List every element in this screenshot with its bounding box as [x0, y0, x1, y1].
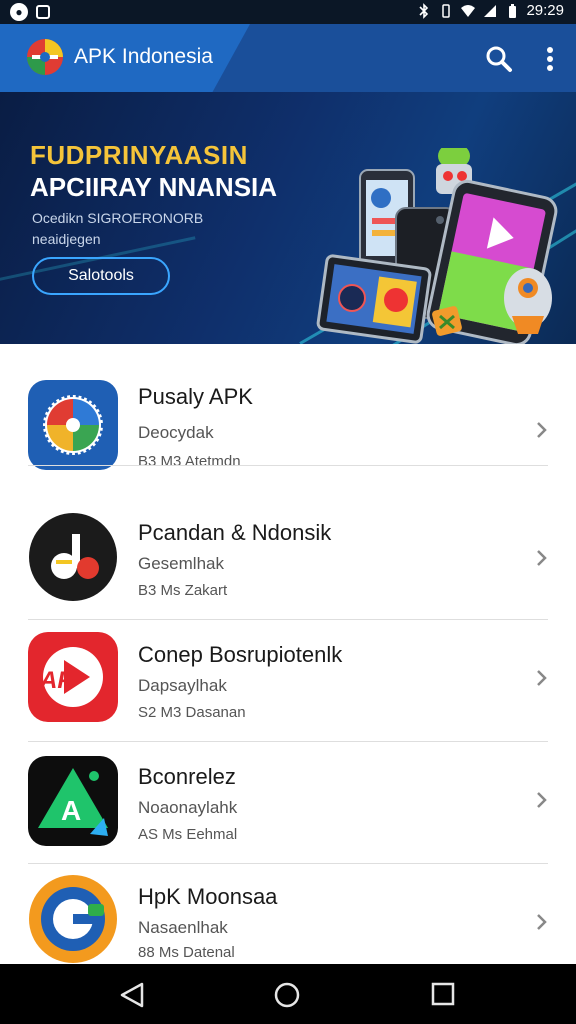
- chevron-right-icon: [537, 792, 547, 808]
- app-bar: APK Indonesia: [0, 24, 576, 92]
- list-item[interactable]: A Bconrelez Noaonaylahk AS Ms Eehmal: [0, 742, 576, 864]
- navigation-bar: [0, 964, 576, 1024]
- back-icon[interactable]: [118, 982, 146, 1008]
- list-item[interactable]: HpK Moonsaa Nasaenlhak 88 Ms Datenal: [0, 864, 576, 964]
- app-category: Nasaenlhak: [138, 918, 228, 937]
- play-arrow-icon: AP: [28, 632, 118, 722]
- banner-subtitle-line1: Ocedikn SIGROERONORB: [32, 210, 204, 226]
- list-item[interactable]: Pusaly APK Deocydak B3 M3 Atetmdn: [0, 344, 576, 470]
- app-meta: B3 Ms Zakart: [138, 582, 228, 599]
- status-time: 29:29: [526, 2, 564, 19]
- app-name: Bconrelez: [138, 764, 236, 789]
- search-icon[interactable]: [484, 44, 514, 74]
- app-meta: B3 M3 Atetmdn: [138, 453, 241, 470]
- chevron-right-icon: [537, 422, 547, 438]
- app-category: Deocydak: [138, 423, 214, 442]
- bluetooth-icon: [419, 2, 429, 19]
- app-list: Pusaly APK Deocydak B3 M3 Atetmdn Pcanda…: [0, 344, 576, 964]
- letter-g-icon: [29, 875, 117, 963]
- lock-icon: [36, 5, 50, 19]
- music-note-icon: [29, 513, 117, 601]
- devices-illustration: [316, 148, 558, 344]
- app-category: Gesemlhak: [138, 554, 224, 573]
- chevron-right-icon: [537, 670, 547, 686]
- app-category: Dapsaylhak: [138, 676, 227, 695]
- banner-subtitle-line2: neaidjegen: [32, 231, 101, 247]
- app-category: Noaonaylahk: [138, 798, 238, 817]
- app-name: Conep Bosrupiotenlk: [138, 642, 343, 667]
- app-logo-icon: [27, 39, 63, 75]
- chevron-right-icon: [537, 914, 547, 930]
- promo-banner: FUDPRINYAASIN APCIIRAY NNANSIA Ocedikn S…: [0, 92, 576, 344]
- vibrate-icon: [442, 3, 451, 18]
- app-name: Pusaly APK: [138, 384, 253, 409]
- app-meta: AS Ms Eehmal: [138, 826, 238, 843]
- divider: [28, 465, 548, 466]
- app-title: APK Indonesia: [74, 45, 213, 68]
- home-icon[interactable]: [274, 982, 300, 1008]
- banner-title-line2: APCIIRAY NNANSIA: [30, 172, 278, 202]
- app-name: HpK Moonsaa: [138, 884, 278, 909]
- list-item[interactable]: Pcandan & Ndonsik Gesemlhak B3 Ms Zakart: [0, 496, 576, 620]
- chevron-right-icon: [537, 550, 547, 566]
- app-meta: S2 M3 Dasanan: [138, 704, 246, 721]
- banner-cta-button[interactable]: Salotools: [32, 257, 170, 295]
- battery-icon: [509, 3, 517, 18]
- status-right: 29:29: [416, 2, 564, 19]
- globe-compass-icon: [28, 380, 118, 470]
- svg-text:A: A: [61, 795, 81, 826]
- triangle-a-icon: A: [28, 756, 118, 846]
- recents-icon[interactable]: [431, 982, 455, 1006]
- wifi-icon: [461, 4, 476, 17]
- signal-icon: [484, 4, 497, 17]
- banner-title-line1: FUDPRINYAASIN: [30, 140, 248, 170]
- status-left: ●: [10, 3, 50, 21]
- status-bar: ● 29:29: [0, 0, 576, 24]
- list-item[interactable]: AP Conep Bosrupiotenlk Dapsaylhak S2 M3 …: [0, 620, 576, 742]
- more-vert-icon[interactable]: [536, 44, 564, 74]
- app-name: Pcandan & Ndonsik: [138, 520, 332, 545]
- notification-icon: ●: [10, 3, 28, 21]
- svg-text:AP: AP: [39, 667, 74, 694]
- app-meta: 88 Ms Datenal: [138, 944, 235, 961]
